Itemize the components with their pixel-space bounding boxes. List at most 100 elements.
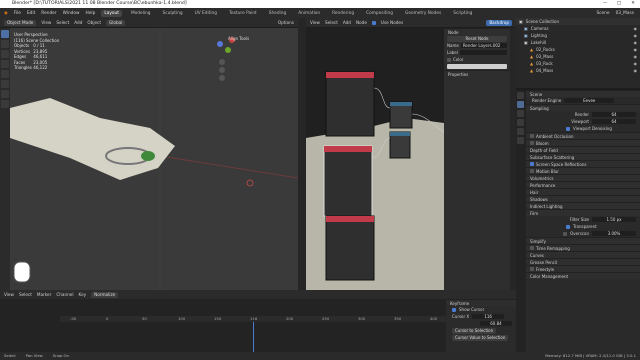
outliner-item[interactable]: 03_Mass — [536, 53, 553, 60]
property-panel[interactable]: Time Remapping — [526, 244, 640, 251]
property-panel[interactable]: Depth of Field — [526, 146, 640, 153]
properties-section-header[interactable]: Properties — [444, 70, 510, 77]
eye-icon[interactable]: ◉ — [634, 67, 638, 74]
render-layers-node[interactable] — [325, 215, 375, 281]
property-panel[interactable]: Shadows — [526, 195, 640, 202]
property-panel[interactable]: Simplify — [526, 237, 640, 244]
transparent-checkbox[interactable] — [566, 224, 570, 229]
property-panel[interactable]: Film — [526, 209, 640, 216]
viewport-samples-field[interactable]: 64 — [592, 119, 636, 124]
menu-file[interactable]: File — [14, 11, 21, 16]
3d-cursor-icon[interactable] — [246, 179, 254, 187]
panel-checkbox[interactable] — [530, 134, 534, 138]
eye-icon[interactable]: ◉ — [634, 46, 638, 53]
minimize-icon[interactable]: — — [598, 0, 612, 8]
workspace-tab-modeling[interactable]: Modeling — [128, 10, 154, 17]
workspace-tab-geometry[interactable]: Geometry Nodes — [402, 10, 444, 17]
measure-tool-icon[interactable] — [1, 100, 9, 108]
render-samples-field[interactable]: 64 — [592, 112, 636, 117]
workspace-tab-shading[interactable]: Shading — [266, 10, 289, 17]
overscan-field[interactable]: 3.00% — [592, 231, 636, 236]
filter-size-field[interactable]: 1.50 px — [592, 217, 636, 222]
cursor-value-button[interactable]: Cursor Value to Selection — [452, 334, 509, 341]
node-select-menu[interactable]: Select — [325, 20, 338, 25]
cursor-to-selection-button[interactable]: Cursor to Selection — [452, 327, 497, 334]
annotate-tool-icon[interactable] — [1, 90, 9, 98]
workspace-tab-scripting[interactable]: Scripting — [450, 10, 475, 17]
viewport-sidebar-tabs[interactable] — [298, 18, 306, 290]
panel-checkbox[interactable] — [530, 162, 534, 166]
scene-selector[interactable]: Scene — [596, 11, 609, 16]
outliner-item[interactable]: Lakehill — [531, 39, 546, 46]
workspace-tab-sculpting[interactable]: Sculpting — [160, 10, 186, 17]
view-layer-tab-icon[interactable] — [517, 119, 524, 126]
property-panel[interactable]: Indirect Lighting — [526, 202, 640, 209]
node-node-menu[interactable]: Node — [356, 20, 367, 25]
tool-tab-icon[interactable] — [517, 92, 524, 99]
node-section-header[interactable]: Node — [444, 28, 510, 35]
select-tool-icon[interactable] — [1, 30, 9, 38]
property-panel[interactable]: Screen Space Reflections — [526, 160, 640, 167]
property-panel[interactable]: Freestyle — [526, 265, 640, 272]
current-frame-indicator[interactable]: 116 — [250, 316, 257, 321]
workspace-tab-animation[interactable]: Animation — [295, 10, 323, 17]
color-checkbox[interactable] — [447, 57, 451, 62]
alpha-over-node[interactable] — [389, 131, 411, 159]
outliner-item[interactable]: Lighting — [531, 32, 547, 39]
tl-view-menu[interactable]: View — [4, 292, 14, 297]
tl-select-menu[interactable]: Select — [19, 292, 32, 297]
property-panel[interactable]: Ambient Occlusion — [526, 132, 640, 139]
view-menu[interactable]: View — [41, 20, 51, 25]
property-panel[interactable]: Volumetrics — [526, 174, 640, 181]
zoom-icon[interactable] — [219, 59, 225, 65]
eye-icon[interactable]: ◉ — [634, 25, 638, 32]
gizmo-y-icon[interactable] — [225, 47, 231, 53]
view-layer-selector[interactable]: 03_Mass — [616, 11, 640, 16]
node-label-field[interactable] — [459, 50, 507, 55]
menu-edit[interactable]: Edit — [27, 11, 35, 16]
reset-node-button[interactable]: Reset Node — [447, 35, 507, 42]
show-cursor-checkbox[interactable] — [452, 307, 456, 312]
outliner-item[interactable]: 02_Rocks — [536, 46, 555, 53]
close-icon[interactable]: ✕ — [626, 0, 640, 8]
eye-icon[interactable]: ◉ — [634, 60, 638, 67]
gizmo-z-icon[interactable] — [217, 41, 223, 47]
menu-render[interactable]: Render — [41, 11, 56, 16]
tl-channel-menu[interactable]: Channel — [56, 292, 73, 297]
node-add-menu[interactable]: Add — [343, 20, 351, 25]
transform-tool-icon[interactable] — [1, 80, 9, 88]
eye-icon[interactable]: ◉ — [634, 39, 638, 46]
workspace-tab-uv[interactable]: UV Editing — [192, 10, 220, 17]
orientation-dropdown[interactable]: Global — [106, 19, 126, 26]
property-panel[interactable]: Hair — [526, 188, 640, 195]
world-tab-icon[interactable] — [517, 137, 524, 144]
tl-key-menu[interactable]: Key — [79, 292, 87, 297]
property-panel[interactable]: Performance — [526, 181, 640, 188]
color-swatch[interactable] — [447, 64, 507, 69]
backdrop-toggle[interactable]: Backdrop — [486, 19, 512, 26]
normalize-toggle[interactable]: Normalize — [91, 291, 119, 298]
node-view-menu[interactable]: View — [310, 20, 320, 25]
node-name-field[interactable]: Render Layers.002 — [460, 43, 507, 48]
render-layers-node[interactable] — [323, 145, 373, 217]
alpha-over-node[interactable] — [389, 101, 413, 129]
outliner-item[interactable]: 04_Mass — [536, 67, 553, 74]
eye-icon[interactable]: ◉ — [634, 53, 638, 60]
panel-checkbox[interactable] — [530, 141, 534, 145]
property-panel[interactable]: Subsurface Scattering — [526, 153, 640, 160]
panel-checkbox[interactable] — [530, 246, 534, 250]
move-tool-icon[interactable] — [1, 50, 9, 58]
panel-checkbox[interactable] — [530, 267, 534, 271]
render-layers-node[interactable] — [325, 71, 375, 137]
camera-view-icon[interactable] — [219, 75, 225, 81]
property-panel[interactable]: Curves — [526, 251, 640, 258]
viewport-denoising-checkbox[interactable] — [566, 126, 570, 131]
property-panel[interactable]: Bloom — [526, 139, 640, 146]
output-tab-icon[interactable] — [517, 110, 524, 117]
cursor-y-field[interactable]: 60.84 — [480, 321, 512, 326]
menu-help[interactable]: Help — [86, 11, 96, 16]
workspace-tab-rendering[interactable]: Rendering — [329, 10, 357, 17]
property-panel[interactable]: Motion Blur — [526, 167, 640, 174]
outliner-item[interactable]: Cameras — [531, 25, 549, 32]
outliner-root[interactable]: Scene Collection — [526, 18, 559, 25]
